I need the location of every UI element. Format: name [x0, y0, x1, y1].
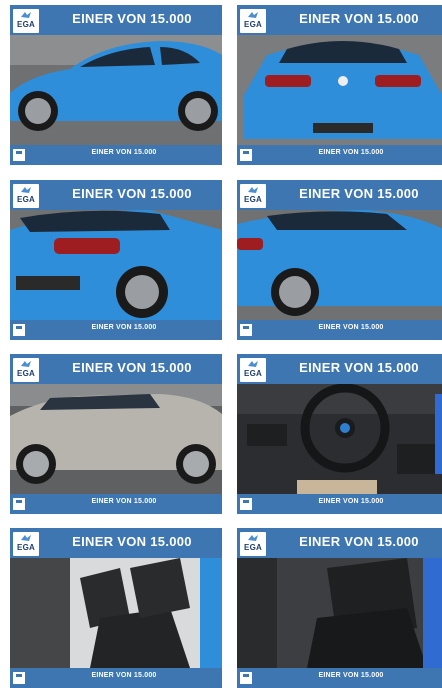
ega-logo-text: EGA [244, 195, 262, 204]
ega-logo: EGA [13, 184, 39, 208]
ega-logo: EGA [13, 9, 39, 33]
ega-mini-logo-icon [240, 498, 252, 510]
ega-logo-text: EGA [17, 195, 35, 204]
banner-title: EINER VON 15.000 [299, 360, 419, 375]
banner-title: EINER VON 15.000 [72, 534, 192, 549]
card-footer-bar: EINER VON 15.000 [237, 494, 442, 514]
card-banner: EGA EINER VON 15.000 [10, 354, 222, 384]
card-banner: EGA EINER VON 15.000 [237, 180, 442, 210]
banner-title: EINER VON 15.000 [72, 360, 192, 375]
card-banner: EGA EINER VON 15.000 [237, 5, 442, 35]
ega-logo-text: EGA [17, 20, 35, 29]
ega-mini-logo-icon [13, 672, 25, 684]
ega-mini-logo-icon [13, 324, 25, 336]
photo-card-5[interactable]: EGA EINER VON 15.000 EINER VON 15.000 [10, 354, 222, 514]
ega-logo: EGA [240, 358, 266, 382]
footer-text: EINER VON 15.000 [91, 672, 157, 679]
banner-title: EINER VON 15.000 [72, 11, 192, 26]
ega-logo: EGA [240, 532, 266, 556]
footer-text: EINER VON 15.000 [318, 672, 384, 679]
banner-title: EINER VON 15.000 [299, 534, 419, 549]
photo-card-7[interactable]: EGA EINER VON 15.000 EINER VON 15.000 [10, 528, 222, 688]
footer-text: EINER VON 15.000 [91, 149, 157, 156]
ega-logo-text: EGA [244, 20, 262, 29]
footer-text: EINER VON 15.000 [91, 498, 157, 505]
card-footer-bar: EINER VON 15.000 [10, 668, 222, 688]
footer-text: EINER VON 15.000 [318, 498, 384, 505]
photo-card-3[interactable]: EGA EINER VON 15.000 EINER VON 15.000 [10, 180, 222, 340]
ega-mini-logo-icon [240, 672, 252, 684]
ega-logo-text: EGA [244, 543, 262, 552]
footer-text: EINER VON 15.000 [318, 149, 384, 156]
card-footer-bar: EINER VON 15.000 [10, 145, 222, 165]
interior-photo [237, 558, 442, 668]
footer-text: EINER VON 15.000 [318, 324, 384, 331]
ega-mini-logo-icon [240, 149, 252, 161]
ega-logo-text: EGA [244, 369, 262, 378]
card-banner: EGA EINER VON 15.000 [10, 528, 222, 558]
ega-logo-text: EGA [17, 369, 35, 378]
photo-grid: EGA EINER VON 15.000 EINER VON 15.000 EG… [0, 0, 442, 688]
ega-logo: EGA [13, 358, 39, 382]
card-banner: EGA EINER VON 15.000 [10, 5, 222, 35]
ega-mini-logo-icon [240, 324, 252, 336]
banner-title: EINER VON 15.000 [299, 186, 419, 201]
card-banner: EGA EINER VON 15.000 [237, 528, 442, 558]
car-photo [10, 35, 222, 145]
car-photo [10, 384, 222, 494]
card-footer-bar: EINER VON 15.000 [10, 494, 222, 514]
car-photo [237, 35, 442, 145]
card-banner: EGA EINER VON 15.000 [237, 354, 442, 384]
interior-photo [237, 384, 442, 494]
photo-card-6[interactable]: EGA EINER VON 15.000 EINER VON 15.000 [237, 354, 442, 514]
photo-card-8[interactable]: EGA EINER VON 15.000 EINER VON 15.000 [237, 528, 442, 688]
interior-photo [10, 558, 222, 668]
card-footer-bar: EINER VON 15.000 [237, 320, 442, 340]
ega-logo: EGA [13, 532, 39, 556]
banner-title: EINER VON 15.000 [299, 11, 419, 26]
photo-card-2[interactable]: EGA EINER VON 15.000 EINER VON 15.000 [237, 5, 442, 165]
photo-card-4[interactable]: EGA EINER VON 15.000 EINER VON 15.000 [237, 180, 442, 340]
ega-mini-logo-icon [13, 498, 25, 510]
ega-mini-logo-icon [13, 149, 25, 161]
ega-logo-text: EGA [17, 543, 35, 552]
card-banner: EGA EINER VON 15.000 [10, 180, 222, 210]
ega-logo: EGA [240, 184, 266, 208]
ega-logo: EGA [240, 9, 266, 33]
photo-card-1[interactable]: EGA EINER VON 15.000 EINER VON 15.000 [10, 5, 222, 165]
card-footer-bar: EINER VON 15.000 [237, 145, 442, 165]
card-footer-bar: EINER VON 15.000 [237, 668, 442, 688]
banner-title: EINER VON 15.000 [72, 186, 192, 201]
footer-text: EINER VON 15.000 [91, 324, 157, 331]
card-footer-bar: EINER VON 15.000 [10, 320, 222, 340]
car-photo [237, 210, 442, 320]
car-photo [10, 210, 222, 320]
